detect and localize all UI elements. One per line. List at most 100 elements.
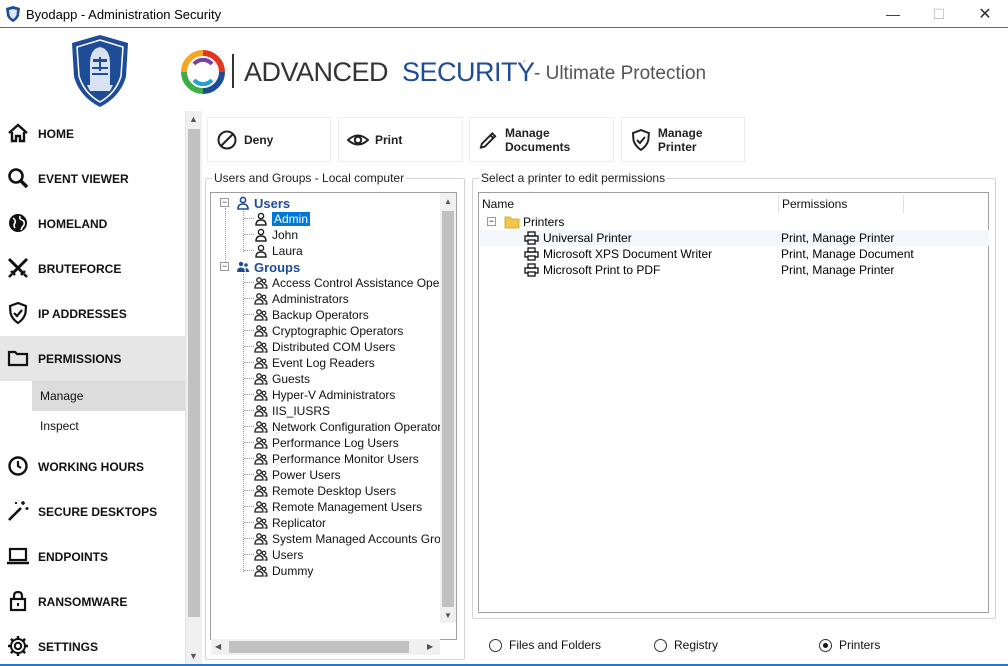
tree-node-users[interactable]: − Users: [220, 195, 290, 211]
scroll-down-icon[interactable]: ▼: [189, 651, 198, 661]
scrollbar-thumb[interactable]: [188, 129, 200, 617]
tree-node-user[interactable]: Admin: [254, 211, 311, 227]
tree-node-group[interactable]: System Managed Accounts Group: [254, 531, 454, 547]
sidebar-item-endpoints[interactable]: ENDPOINTS: [0, 534, 185, 579]
collapse-toggle[interactable]: −: [220, 262, 229, 271]
sidebar-item-label: SETTINGS: [38, 639, 99, 654]
tree-node-label: Network Configuration Operators: [272, 420, 448, 434]
sidebar-item-event-viewer[interactable]: EVENT VIEWER: [0, 156, 185, 201]
tree-node-group[interactable]: Distributed COM Users: [254, 339, 395, 355]
tree-root-label: Groups: [254, 259, 301, 275]
app-header: ADVANCED SECURITY ´ - Ultimate Protectio…: [0, 29, 1008, 111]
user-icon: [255, 228, 267, 242]
list-root-printers[interactable]: − Printers: [480, 214, 989, 230]
sidebar-item-home[interactable]: HOME: [0, 111, 185, 156]
tree-node-group[interactable]: Hyper-V Administrators: [254, 387, 395, 403]
group-icon: [254, 373, 268, 385]
sidebar-item-bruteforce[interactable]: BRUTEFORCE: [0, 246, 185, 291]
tree-node-group[interactable]: Dummy: [254, 563, 313, 579]
tree-node-user[interactable]: Laura: [254, 243, 303, 259]
folder-icon: [7, 350, 29, 367]
sidebar-item-ransomware[interactable]: RANSOMWARE: [0, 579, 185, 624]
tree-node-group[interactable]: Power Users: [254, 467, 341, 483]
scroll-right-icon[interactable]: ▶: [427, 642, 433, 651]
list-item[interactable]: Microsoft Print to PDF Print, Manage Pri…: [480, 262, 989, 278]
tree-node-group[interactable]: Performance Log Users: [254, 435, 399, 451]
tree-node-user[interactable]: John: [254, 227, 298, 243]
radio-printers[interactable]: Printers: [819, 638, 880, 652]
tree-node-group[interactable]: Backup Operators: [254, 307, 369, 323]
tree-node-group[interactable]: Administrators: [254, 291, 349, 307]
tree-node-label: Backup Operators: [272, 308, 369, 322]
sidebar-item-label: RANSOMWARE: [38, 594, 128, 609]
radio-indicator[interactable]: [654, 638, 667, 652]
minimize-button[interactable]: —: [870, 0, 916, 28]
column-header-name[interactable]: Name: [479, 193, 779, 215]
globe-icon: [9, 214, 27, 232]
tree-node-group[interactable]: IIS_IUSRS: [254, 403, 330, 419]
scrollbar-thumb[interactable]: [442, 211, 454, 607]
radio-registry[interactable]: Registry: [654, 638, 718, 652]
radio-label: Printers: [839, 638, 881, 652]
sidebar-scrollbar[interactable]: ▲ ▼: [185, 111, 202, 666]
tree-node-group[interactable]: Performance Monitor Users: [254, 451, 419, 467]
sidebar-item-working-hours[interactable]: WORKING HOURS: [0, 444, 185, 489]
tree-node-group[interactable]: Users: [254, 547, 303, 563]
print-button[interactable]: Print: [338, 117, 463, 162]
sidebar-subitem-manage[interactable]: Manage: [32, 381, 185, 411]
tree-node-group[interactable]: Access Control Assistance Operators: [254, 275, 456, 291]
printer-icon: [524, 263, 539, 277]
tree-horizontal-scrollbar[interactable]: ◀ ▶: [211, 639, 440, 655]
tree-node-group[interactable]: Remote Desktop Users: [254, 483, 396, 499]
tree-node-label: Guests: [272, 372, 311, 386]
tree-node-group[interactable]: Remote Management Users: [254, 499, 422, 515]
collapse-toggle[interactable]: −: [220, 198, 229, 207]
tree-vertical-scrollbar[interactable]: ▲ ▼: [440, 193, 456, 623]
list-item[interactable]: Microsoft XPS Document Writer Print, Man…: [480, 246, 989, 262]
deny-button[interactable]: Deny: [207, 117, 331, 162]
radio-files-and-folders[interactable]: Files and Folders: [489, 638, 601, 652]
column-header-permissions[interactable]: Permissions: [779, 193, 904, 215]
sidebar-item-settings[interactable]: SETTINGS: [0, 624, 185, 666]
radio-indicator[interactable]: [489, 638, 502, 652]
group-icon: [254, 485, 268, 497]
tree-node-label: Distributed COM Users: [272, 340, 396, 354]
tree-node-group[interactable]: Cryptographic Operators: [254, 323, 403, 339]
gear-icon: [8, 636, 28, 656]
brand-tagline: - Ultimate Protection: [534, 63, 707, 84]
sidebar-item-label: HOME: [38, 126, 74, 141]
maximize-button[interactable]: ☐: [916, 0, 962, 28]
printers-list[interactable]: Name Permissions − Printers Universal Pr…: [478, 192, 989, 613]
sidebar-item-ip-addresses[interactable]: IP ADDRESSES: [0, 291, 185, 336]
tree-node-group[interactable]: Event Log Readers: [254, 355, 375, 371]
users-groups-tree[interactable]: − Users Admin John Laura − Groups Access…: [210, 192, 457, 640]
scroll-left-icon[interactable]: ◀: [215, 642, 221, 651]
pencil-icon: [479, 131, 497, 149]
tree-node-group[interactable]: Guests: [254, 371, 310, 387]
tree-node-group[interactable]: Replicator: [254, 515, 326, 531]
sidebar-item-permissions[interactable]: PERMISSIONS: [0, 336, 185, 381]
close-button[interactable]: ✕: [962, 0, 1008, 28]
list-item[interactable]: Universal Printer Print, Manage Printer: [480, 230, 989, 246]
scroll-up-icon[interactable]: ▲: [444, 197, 452, 206]
printer-icon: [524, 247, 539, 261]
collapse-toggle[interactable]: −: [487, 217, 496, 226]
manage-printer-button[interactable]: Manage Printer: [621, 117, 745, 162]
scroll-down-icon[interactable]: ▼: [444, 611, 452, 620]
user-icon: [237, 196, 249, 210]
printers-panel-title: Select a printer to edit permissions: [479, 171, 668, 185]
sidebar-item-homeland[interactable]: HOMELAND: [0, 201, 185, 246]
sidebar-subitem-inspect[interactable]: Inspect: [32, 411, 185, 441]
radio-indicator[interactable]: [819, 638, 832, 652]
scrollbar-thumb[interactable]: [229, 641, 409, 653]
scroll-up-icon[interactable]: ▲: [189, 114, 198, 124]
group-icon: [254, 549, 268, 561]
tree-node-group[interactable]: Network Configuration Operators: [254, 419, 447, 435]
sidebar-item-label: IP ADDRESSES: [38, 306, 127, 321]
manage-documents-button[interactable]: Manage Documents: [469, 117, 614, 162]
sidebar-item-secure-desktops[interactable]: SECURE DESKTOPS: [0, 489, 185, 534]
brand-advanced: ADVANCED: [244, 57, 389, 87]
tree-node-groups[interactable]: − Groups: [220, 259, 300, 275]
tree-node-label: John: [272, 228, 299, 242]
tree-node-label: Performance Log Users: [272, 436, 399, 450]
